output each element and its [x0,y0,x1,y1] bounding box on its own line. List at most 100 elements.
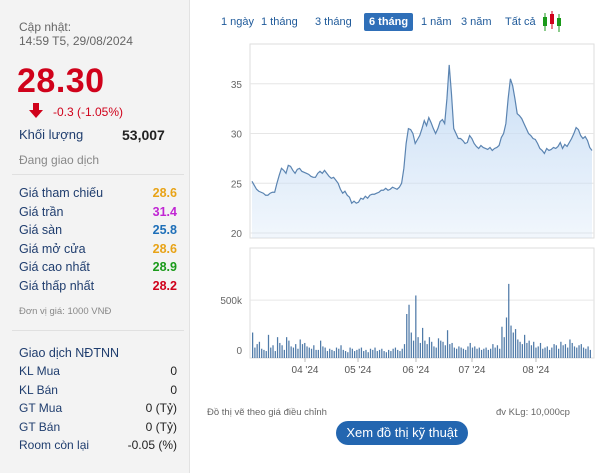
volume-bar [480,349,483,358]
candlestick-icon[interactable] [542,10,562,34]
volume-bar [315,349,317,358]
chart-note: Đồ thị vẽ theo giá điều chỉnh [207,407,327,418]
volume-bar [456,348,458,358]
volume-bar [571,342,573,358]
volume-bar [428,337,431,358]
volume-bar [499,348,501,358]
volume-bar [322,346,324,358]
tab-1-tháng[interactable]: 1 tháng [256,13,303,31]
volume-bar [553,344,555,358]
volume-bar [510,325,512,358]
volume-bar [508,283,510,358]
volume-bar [521,344,523,358]
volume-bar [573,346,576,358]
volume-bar [390,351,392,358]
foreign-row: GT Bán 0 (Tỷ) [19,420,177,436]
down-arrow-icon [29,103,43,118]
price-volume-chart[interactable]: 35 30 25 20 500k 0 04 '24 05 '24 06 '24 07 '24 08 … [200,40,604,388]
volume-bar [458,346,460,358]
volume-bar [265,351,267,358]
x-tick-label: 05 '24 [345,365,372,376]
volume-bar [351,348,353,358]
volume-bar [354,351,356,358]
volume-bar [401,348,403,358]
foreign-row-label: GT Mua [19,401,63,415]
volume-bar [288,340,290,358]
volume-bar [267,334,270,358]
x-tick-label: 07 '24 [459,365,486,376]
volume-label: Khối lượng [19,127,84,142]
volume-bar [435,347,437,358]
x-tick-label: 08 '24 [523,365,550,376]
volume-bar [292,347,295,358]
quote-panel: Cập nhật: 14:59 T5, 29/08/2024 28.30 -0.… [0,0,190,473]
volume-bar [301,344,304,358]
volume-bar [548,349,551,358]
tab-1-ngày[interactable]: 1 ngày [216,13,259,31]
volume-bar [422,327,424,358]
volume-bar [374,347,376,358]
volume-unit-note: đv KLg: 10,000cp [496,407,570,418]
volume-bar [349,347,351,358]
trading-status: Đang giao dịch [19,153,100,167]
volume-bar [519,341,521,358]
volume-bar [272,345,274,358]
volume-bar [535,347,537,358]
volume-bar [313,345,315,358]
volume-bar [340,345,342,358]
price-row-label: Giá sàn [19,223,63,237]
volume-bar [589,349,591,358]
volume-bar [505,317,508,358]
foreign-row: Room còn lại -0.05 (%) [19,438,177,454]
technical-chart-button[interactable]: Xem đồ thị kỹ thuật [336,421,468,445]
volume-bar [551,347,553,358]
volume-bar [537,346,539,358]
volume-bar [419,342,421,358]
price-change: -0.3 (-1.05%) [53,105,124,119]
price-row-value: 28.9 [152,260,177,274]
volume-bar [433,346,435,358]
volume-bar [392,348,394,358]
volume-bar [320,340,322,358]
volume-bar [310,348,313,358]
volume-bar [485,347,487,358]
price-tick-label: 30 [231,130,243,141]
volume-bar [462,348,465,358]
price-row-label: Giá trần [19,204,64,219]
tab-1-năm[interactable]: 1 năm [416,13,457,31]
price-row-label: Giá tham chiếu [19,186,104,200]
volume-tick-label: 0 [236,346,242,357]
volume-bar [412,340,415,358]
volume-bar [279,342,281,358]
tab-6-tháng[interactable]: 6 tháng [364,13,414,31]
volume-bar [383,351,385,358]
volume-bar [512,332,514,358]
volume-bar [344,351,347,358]
volume-bar [274,351,276,358]
volume-bar [329,348,331,358]
volume-bar [403,344,406,358]
price-unit: Đơn vị giá: 1000 VNĐ [19,306,112,317]
tab-3-tháng[interactable]: 3 tháng [310,13,357,31]
volume-bar [469,342,471,358]
volume-bar [261,348,263,358]
tab-3-năm[interactable]: 3 năm [456,13,497,31]
volume-bar [544,347,546,358]
volume-bar [526,342,528,358]
volume-bar [372,349,374,358]
volume-bar [378,349,381,358]
volume-bar [453,347,455,358]
volume-bar [478,347,480,358]
volume-bar [270,347,272,358]
divider [12,174,184,175]
volume-bar [569,339,571,358]
price-row-label: Giá cao nhất [19,260,90,274]
volume-bar [306,346,308,358]
volume-bar [263,349,265,358]
tab-Tất-cả[interactable]: Tất cả [500,13,541,31]
foreign-trade-title: Giao dịch NĐTNN [19,346,120,360]
volume-bar [286,337,288,358]
foreign-row-label: KL Bán [19,382,58,397]
volume-bar [408,304,410,358]
foreign-row: KL Bán 0 [19,383,177,399]
